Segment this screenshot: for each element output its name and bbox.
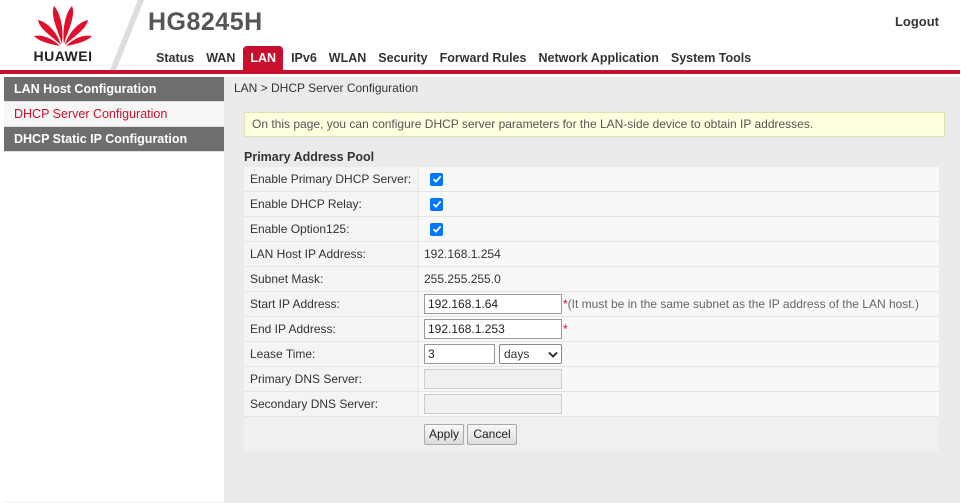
primary-dns-label: Primary DNS Server: (244, 367, 419, 391)
lease-time-input[interactable] (424, 344, 495, 364)
end-ip-input[interactable] (424, 319, 562, 339)
apply-button[interactable]: Apply (424, 424, 464, 445)
enable-option125-checkbox[interactable] (430, 222, 443, 236)
header-accent-bar (0, 70, 960, 74)
logout-link[interactable]: Logout (895, 14, 939, 29)
nav-wan[interactable]: WAN (200, 48, 241, 70)
dhcp-form: Enable Primary DHCP Server: Enable DHCP … (244, 167, 939, 417)
breadcrumb: LAN > DHCP Server Configuration (224, 77, 960, 100)
form-row: End IP Address: * (244, 317, 939, 342)
chevron-down-icon (548, 351, 558, 358)
nav-system-tools[interactable]: System Tools (665, 48, 757, 70)
start-ip-label: Start IP Address: (244, 292, 419, 316)
form-row: Start IP Address: *(It must be in the sa… (244, 292, 939, 317)
lease-unit-value: days (504, 347, 530, 361)
start-ip-hint: (It must be in the same subnet as the IP… (567, 297, 919, 311)
form-row: Secondary DNS Server: (244, 392, 939, 417)
nav-forward-rules[interactable]: Forward Rules (434, 48, 533, 70)
huawei-logo: HUAWEI (0, 0, 122, 70)
header-divider (110, 0, 144, 70)
info-notice: On this page, you can configure DHCP ser… (244, 112, 945, 137)
nav-network-application[interactable]: Network Application (532, 48, 664, 70)
nav-ipv6[interactable]: IPv6 (285, 48, 323, 70)
form-row: Enable Option125: (244, 217, 939, 242)
main-content: On this page, you can configure DHCP ser… (224, 100, 960, 503)
sidebar-item-dhcp-static-ip-configuration[interactable]: DHCP Static IP Configuration (4, 127, 224, 152)
device-model: HG8245H (148, 8, 263, 36)
form-row: Subnet Mask: 255.255.255.0 (244, 267, 939, 292)
right-margin (960, 0, 975, 503)
section-title: Primary Address Pool (244, 150, 375, 164)
end-ip-label: End IP Address: (244, 317, 419, 341)
nav-lan[interactable]: LAN (243, 46, 284, 70)
nav-security[interactable]: Security (372, 48, 433, 70)
lease-time-label: Lease Time: (244, 342, 419, 366)
required-mark: * (563, 322, 568, 336)
lease-unit-select[interactable]: days (499, 344, 562, 364)
nav-wlan[interactable]: WLAN (323, 48, 373, 70)
subnet-mask-label: Subnet Mask: (244, 267, 419, 291)
top-nav: Status WAN LAN IPv6 WLAN Security Forwar… (150, 46, 757, 70)
check-icon (432, 175, 441, 183)
enable-dhcp-label: Enable Primary DHCP Server: (244, 167, 419, 191)
sidebar-item-lan-host-configuration[interactable]: LAN Host Configuration (4, 77, 224, 102)
sidebar-item-dhcp-server-configuration[interactable]: DHCP Server Configuration (4, 102, 224, 127)
form-row: Enable DHCP Relay: (244, 192, 939, 217)
check-icon (432, 200, 441, 208)
brand-name: HUAWEI (33, 48, 93, 64)
sidebar: LAN Host Configuration DHCP Server Confi… (4, 77, 224, 503)
primary-dns-input[interactable] (424, 369, 562, 389)
secondary-dns-label: Secondary DNS Server: (244, 392, 419, 416)
enable-relay-label: Enable DHCP Relay: (244, 192, 419, 216)
form-row: Enable Primary DHCP Server: (244, 167, 939, 192)
subnet-mask-value: 255.255.255.0 (419, 267, 939, 291)
cancel-button[interactable]: Cancel (467, 424, 517, 445)
secondary-dns-input[interactable] (424, 394, 562, 414)
enable-dhcp-checkbox[interactable] (430, 172, 443, 186)
enable-relay-checkbox[interactable] (430, 197, 443, 211)
lan-host-ip-value: 192.168.1.254 (419, 242, 939, 266)
start-ip-input[interactable] (424, 294, 562, 314)
nav-status[interactable]: Status (150, 48, 200, 70)
button-bar: Apply Cancel (244, 417, 939, 451)
sidebar-spacer (4, 152, 224, 502)
enable-option125-label: Enable Option125: (244, 217, 419, 241)
lan-host-ip-label: LAN Host IP Address: (244, 242, 419, 266)
header: HUAWEI HG8245H Logout Status WAN LAN IPv… (0, 0, 975, 70)
huawei-petals-icon (34, 6, 92, 46)
form-row: Lease Time: days (244, 342, 939, 367)
form-row: Primary DNS Server: (244, 367, 939, 392)
form-row: LAN Host IP Address: 192.168.1.254 (244, 242, 939, 267)
check-icon (432, 225, 441, 233)
